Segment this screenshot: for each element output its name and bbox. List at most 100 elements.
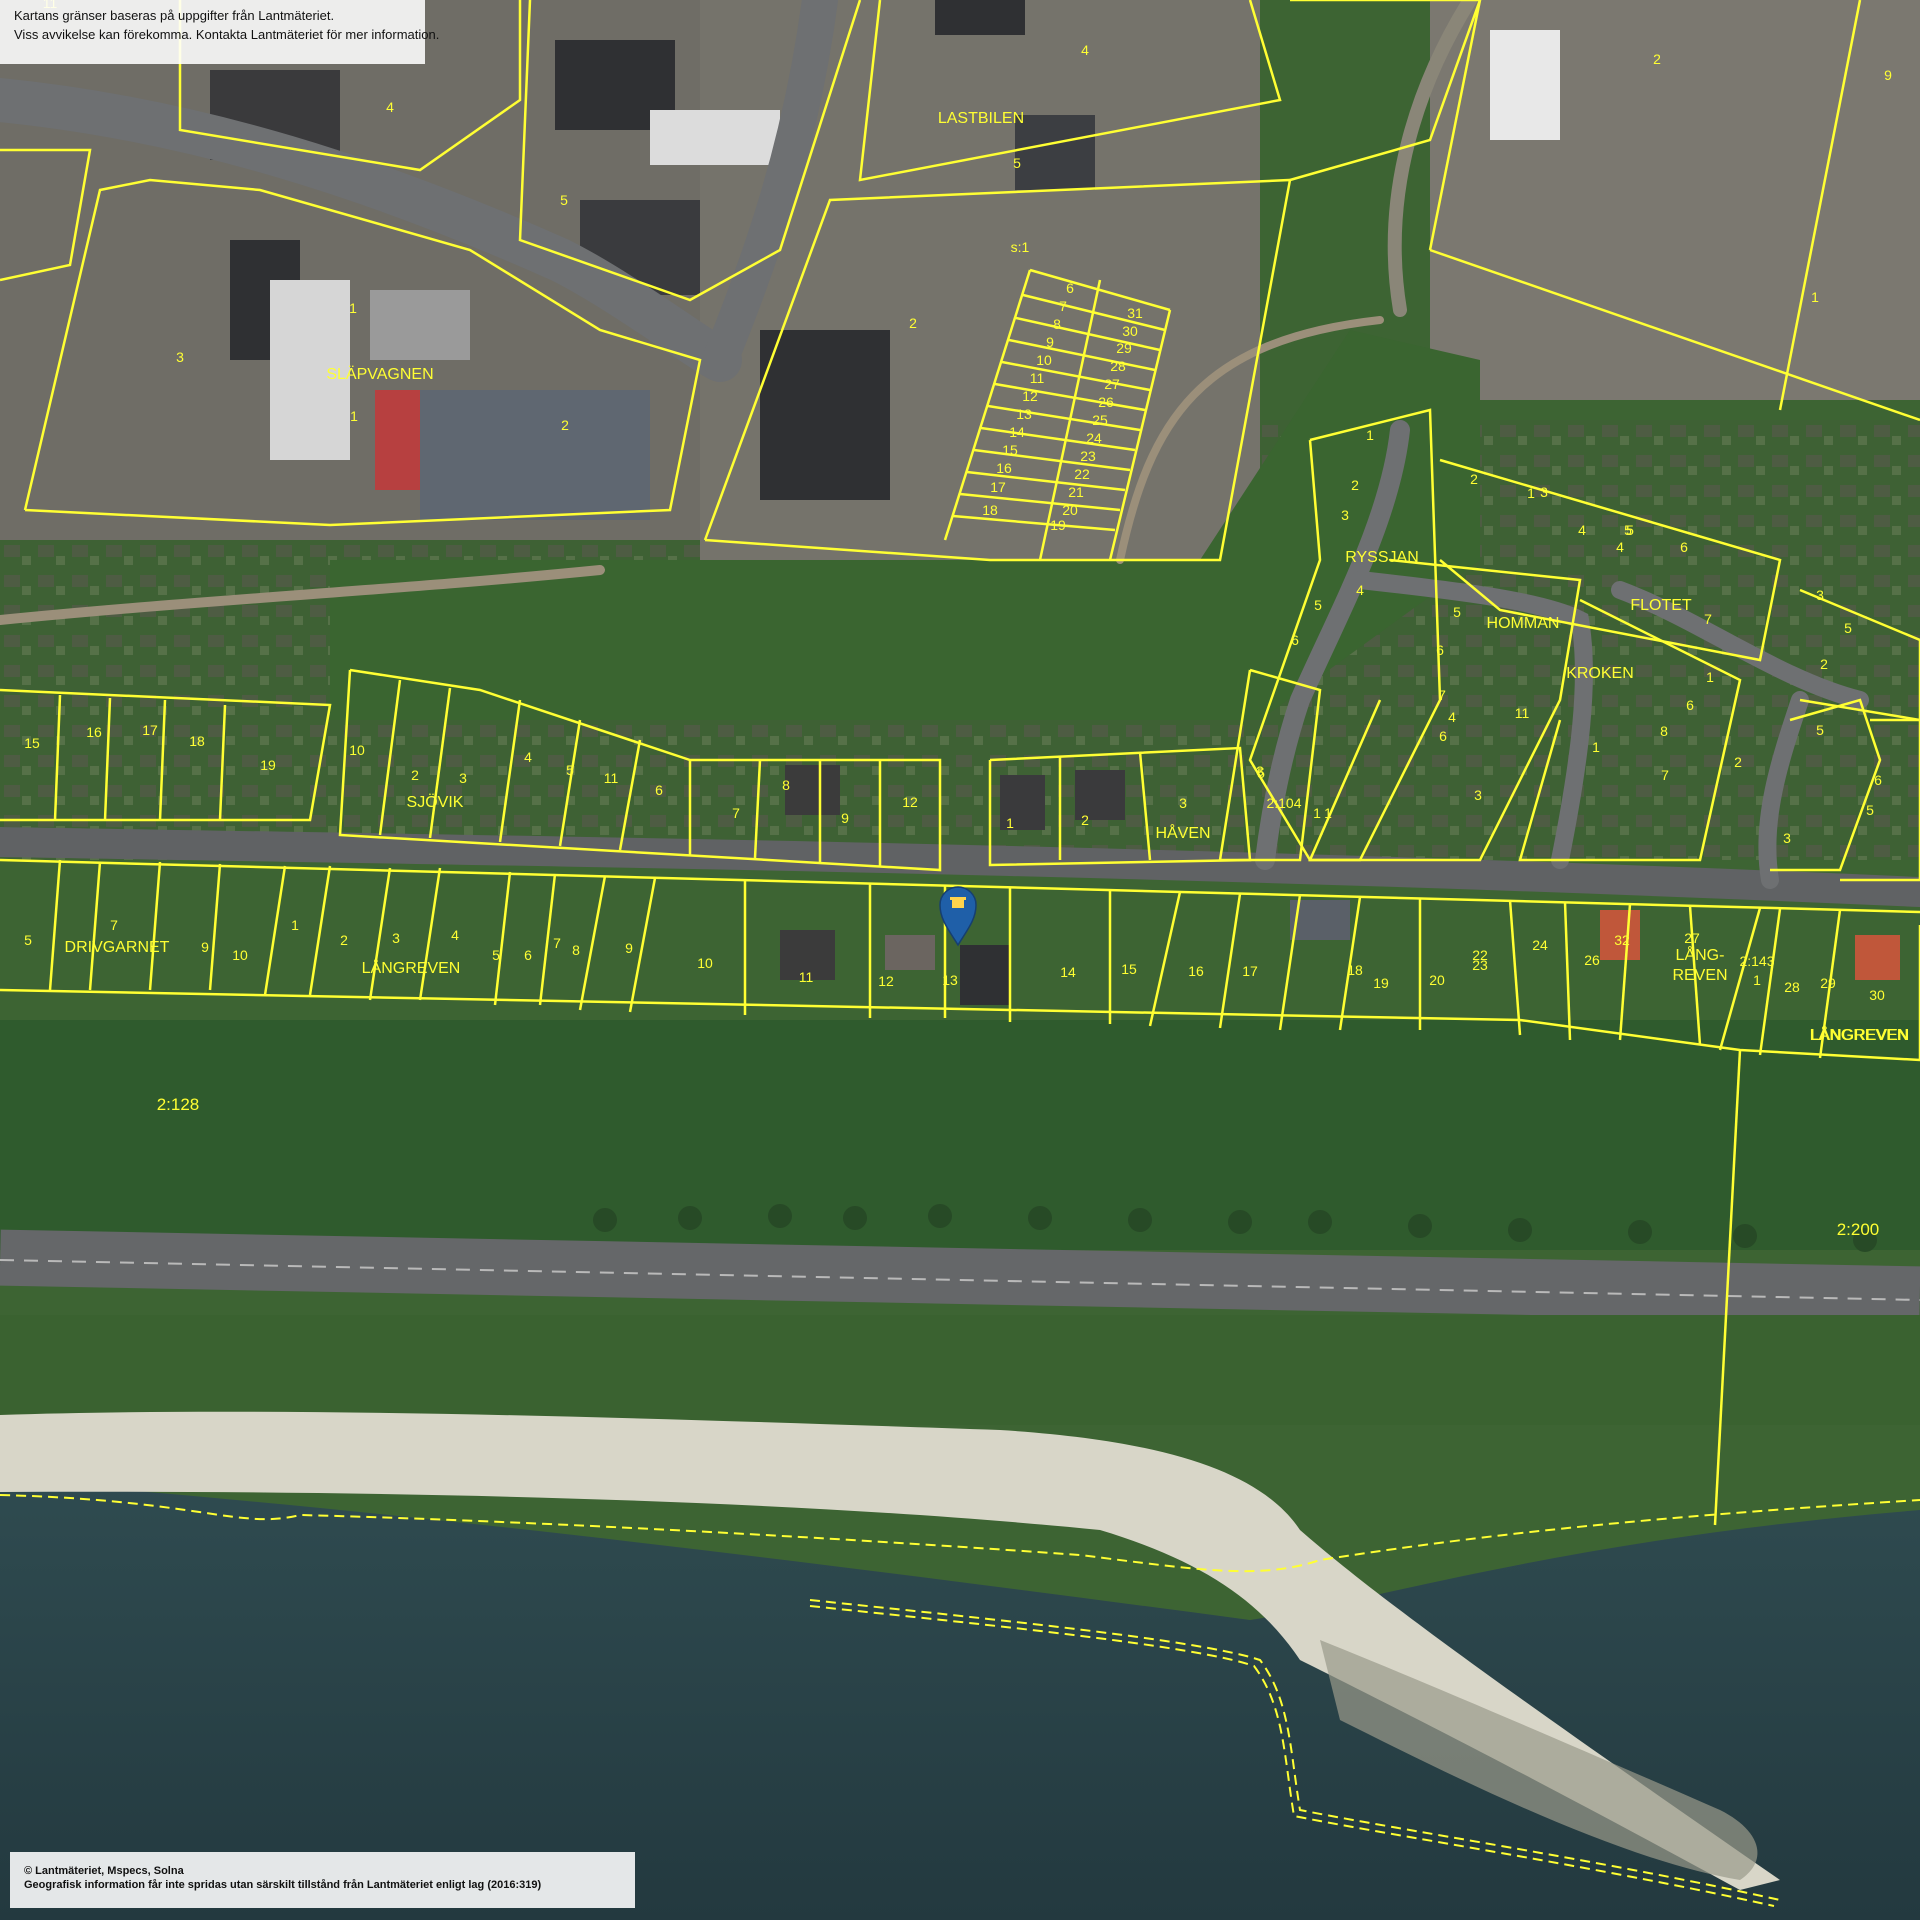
parcel-numbers-north-label: 10 [1036,352,1052,368]
parcel-numbers-north-label: 16 [996,460,1012,476]
parcel-numbers-north-label: 27 [1104,376,1120,392]
area-names-label: SLÄPVAGNEN [326,365,433,383]
parcel-numbers-row-south-label: 13 [942,972,958,988]
parcel-numbers-row-south-label: 9 [625,940,633,956]
parcel-numbers-row-south-label: 23 [1472,957,1488,973]
parcel-numbers-row-north-label: 9 [841,810,849,826]
parcel-numbers-row-south-label: 9 [201,939,209,955]
parcel-numbers-row-south-label: 10 [232,947,248,963]
parcel-numbers-north-label: 18 [982,502,998,518]
parcel-numbers-middle-label: 6 [1686,697,1694,713]
parcel-numbers-middle-label: 3 [1341,507,1349,523]
parcel-numbers-north-label: 22 [1074,466,1090,482]
parcel-numbers-middle-label: 1 [1592,739,1600,755]
parcel-numbers-middle-label: 3 [1783,830,1791,846]
parcel-numbers-middle-label: 4 [1578,522,1586,538]
parcel-numbers-north-label: 9 [1046,334,1054,350]
area-names-label: RYSSJAN [1345,549,1419,566]
parcel-numbers-row-south-label: 2 [340,932,348,948]
parcel-numbers-row-south-label: 7 [110,917,118,933]
parcel-numbers-row-north-label: 5 [566,762,574,778]
parcel-numbers-middle-label: 5 [1844,620,1852,636]
parcel-numbers-north-label: 2 [561,417,569,433]
parcel-numbers-middle-label: 6 [1680,539,1688,555]
disclaimer-box: Kartans gränser baseras på uppgifter frå… [0,0,439,64]
parcel-numbers-north-label: 4 [1081,42,1089,58]
parcel-numbers-north-label: 28 [1110,358,1126,374]
parcel-numbers-row-north-label: 7 [732,805,740,821]
parcel-numbers-row-north-label: 18 [189,733,205,749]
parcel-numbers-middle-label: 5 [1314,597,1322,613]
parcel-numbers-row-south-label: 10 [697,955,713,971]
parcel-numbers-middle-label: 2 [1820,656,1828,672]
parcel-numbers-north-label: 5 [560,192,568,208]
parcel-numbers-north-label: 13 [1016,406,1032,422]
parcel-numbers-row-north-label: 16 [86,724,102,740]
parcel-numbers-row-south-label: 15 [1121,961,1137,977]
parcel-numbers-row-north-label: 8 [782,777,790,793]
parcel-numbers-middle-label: 2 [1734,754,1742,770]
parcel-numbers-north-label: 30 [1122,323,1138,339]
area-names-label: SJÖVIK [407,793,464,811]
parcel-numbers-north-label: 20 [1062,502,1078,518]
field-2-128 [0,1020,1920,1250]
parcel-numbers-middle-label: 6 [1291,632,1299,648]
parcel-numbers-north-label: 29 [1116,340,1132,356]
parcel-numbers-row-south-label: 17 [1242,963,1258,979]
parcel-numbers-row-south-label: 3 [392,930,400,946]
parcel-numbers-middle-label: 1 [1706,669,1714,685]
parcel-numbers-row-south-label: 28 [1784,979,1800,995]
parcel-numbers-north-label: 9 [1884,67,1892,83]
parcel-numbers-middle-label: 3 [1540,484,1548,500]
area-names-label: REVEN [1672,967,1727,984]
parcel-numbers-north-label: 25 [1092,412,1108,428]
area-names-label: LÅNGREVEN [1811,1025,1910,1044]
parcel-numbers-north-label: 4 [386,99,394,115]
parcel-numbers-middle-label: 1 [1527,485,1535,501]
area-names-label: FLOTET [1630,597,1692,614]
parcel-numbers-row-north-label: 11 [604,770,619,786]
parcel-numbers-row-north-label: 6 [655,782,663,798]
parcel-numbers-middle-label: 2:104 [1266,795,1301,811]
parcel-numbers-middle-label: 6 [1436,642,1444,658]
parcel-numbers-middle-label: 6 [1874,772,1882,788]
parcel-numbers-row-south-label: 26 [1584,952,1600,968]
parcel-numbers-middle-label: 7 [1661,767,1669,783]
parcel-numbers-row-north-label: 17 [142,722,158,738]
property-ids-label: 2:200 [1837,1220,1880,1239]
parcel-numbers-middle-label: 6 [1439,728,1447,744]
parcel-numbers-row-north-label: 1 [1006,815,1014,831]
parcel-numbers-row-south-label: 20 [1429,972,1445,988]
parcel-numbers-row-south-label: 30 [1869,987,1885,1003]
parcel-numbers-row-south-label: 11 [799,969,814,985]
parcel-numbers-north-label: 17 [990,479,1006,495]
parcel-numbers-row-south-label: 18 [1347,962,1363,978]
parcel-numbers-north-label: 14 [1009,424,1025,440]
parcel-numbers-north-label: 2 [1653,51,1661,67]
parcel-numbers-middle-label: 2 [1351,477,1359,493]
parcel-numbers-row-south-label: 16 [1188,963,1204,979]
parcel-numbers-row-south-label: 19 [1373,975,1389,991]
parcel-numbers-row-south-label: 12 [878,973,894,989]
aerial-map[interactable]: LASTBILEN SLÄPVAGNEN RYSSJAN HOMMAN FLOTET KR… [0,0,1920,1920]
parcel-numbers-row-south-label: 5 [24,932,32,948]
copyright-line-2: Geografisk information får inte spridas … [24,1879,542,1891]
parcel-numbers-middle-label: 5 [1624,522,1632,538]
parcel-numbers-middle-label: 7 [1438,687,1446,703]
parcel-numbers-north-label: 15 [1002,442,1018,458]
parcel-numbers-middle-label: 5 [1866,802,1874,818]
area-names-label: LÅNG- [1676,945,1725,964]
parcel-numbers-row-north-label: 2 [1081,812,1089,828]
copyright-box: © Lantmäteriet, Mspecs, Solna Geografisk… [10,1852,635,1908]
parcel-numbers-row-south-label: 4 [451,927,459,943]
parcel-numbers-row-north-label: 2 [411,767,419,783]
parcel-numbers-north-label: 26 [1098,394,1114,410]
parcel-numbers-middle-label: 4 [1616,539,1624,555]
parcel-numbers-middle-label: 11 [1515,705,1530,721]
parcel-numbers-north-label: 3 [176,349,184,365]
parcel-numbers-middle-label: 4 [1356,582,1364,598]
parcel-numbers-north-label: 12 [1022,388,1038,404]
parcel-numbers-row-north-label: 15 [24,735,40,751]
parcel-numbers-row-south-label: 24 [1532,937,1548,953]
parcel-numbers-row-south-label: 6 [524,947,532,963]
